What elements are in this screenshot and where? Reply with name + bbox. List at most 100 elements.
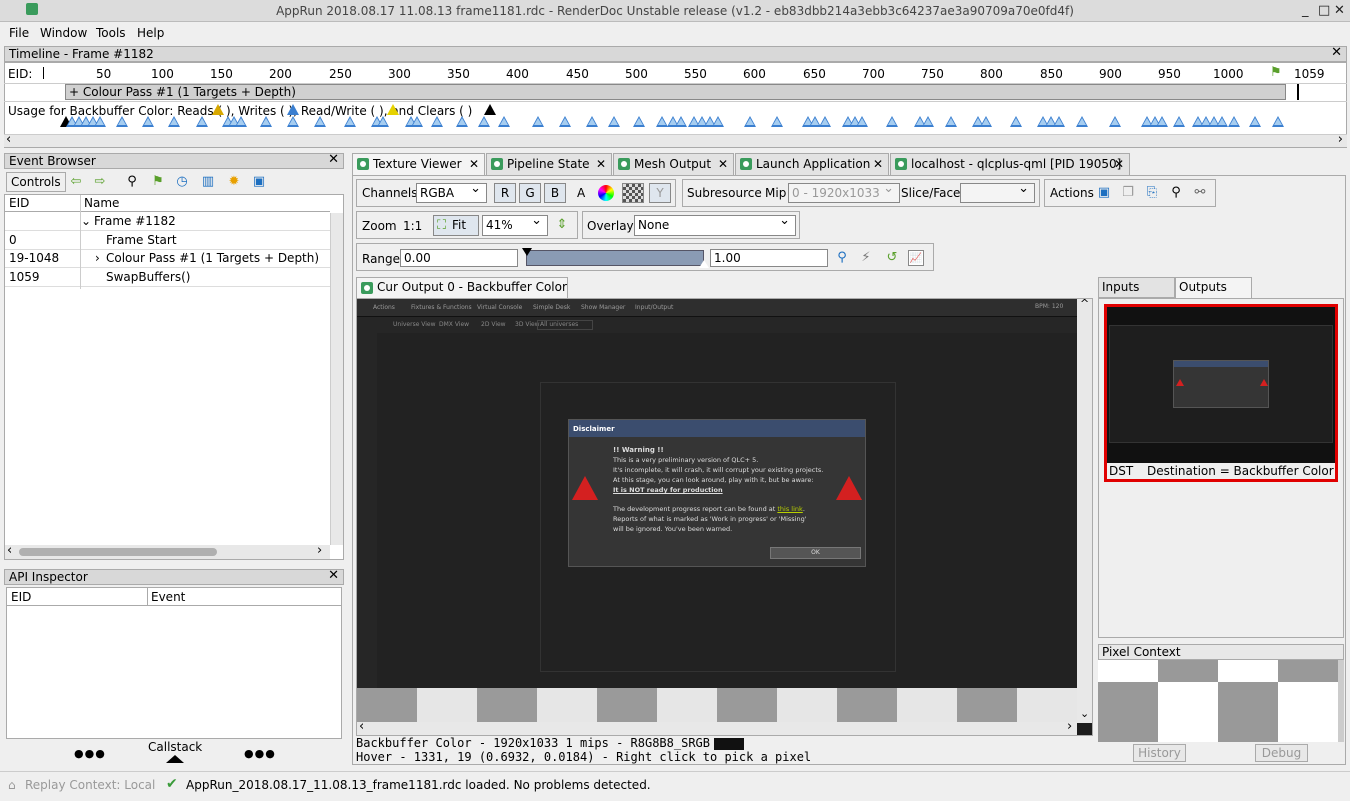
write-marker[interactable] (633, 116, 645, 127)
red-channel-toggle[interactable]: R (494, 183, 516, 203)
write-marker[interactable] (856, 116, 868, 127)
callstack-splitter[interactable]: ●●● Callstack ●●● (4, 740, 344, 765)
api-inspector-list[interactable]: EID Event (6, 587, 342, 739)
histogram-icon[interactable]: 📈 (908, 250, 924, 266)
save-icon[interactable]: ▣ (251, 174, 267, 190)
fit-button[interactable]: ⛶ Fit (433, 215, 479, 236)
write-marker[interactable] (1216, 116, 1228, 127)
flip-vertical-icon[interactable]: ⇕ (554, 217, 570, 233)
timeline-scrollbar[interactable]: ‹ › (4, 132, 1347, 147)
output-thumbnail[interactable]: DST Destination = Backbuffer Color (1104, 304, 1338, 482)
write-marker[interactable] (456, 116, 468, 127)
pixel-context-scrollbar[interactable] (1338, 660, 1344, 742)
write-marker[interactable] (712, 116, 724, 127)
tab-cur-output[interactable]: Cur Output 0 - Backbuffer Color (356, 277, 568, 298)
channels-select[interactable]: RGBA (416, 180, 487, 203)
save-texture-icon[interactable]: ▣ (1096, 185, 1112, 201)
write-marker[interactable] (1053, 116, 1065, 127)
table-row[interactable]: 19-1048 › Colour Pass #1 (1 Targets + De… (5, 250, 330, 268)
tab-pipeline-state[interactable]: Pipeline State ✕ (486, 153, 612, 175)
api-inspector-close-icon[interactable]: ✕ (328, 569, 339, 583)
debug-button[interactable]: Debug (1255, 744, 1308, 762)
y-flip-toggle[interactable]: Y (649, 183, 671, 203)
zoom-range-icon[interactable]: ⚲ (834, 250, 850, 266)
range-max-input[interactable]: 1.00 (710, 249, 828, 267)
mip-select[interactable]: 0 - 1920x1033 (788, 180, 900, 203)
expand-chevron-icon[interactable]: › (95, 251, 100, 265)
write-marker[interactable] (675, 116, 687, 127)
replay-context[interactable]: Replay Context: Local (25, 778, 155, 792)
find-binoculars-icon[interactable]: ⚲ (1168, 185, 1184, 201)
range-min-input[interactable]: 0.00 (400, 249, 518, 267)
timeline-colour-pass[interactable]: + Colour Pass #1 (1 Targets + Depth) (65, 84, 1286, 100)
tab-launch-application[interactable]: Launch Application ✕ (735, 153, 889, 175)
menu-tools[interactable]: Tools (96, 26, 126, 40)
write-marker[interactable] (532, 116, 544, 127)
bookmark-flag-icon[interactable]: ⚑ (150, 174, 166, 190)
link-icon[interactable]: ⚯ (1192, 185, 1208, 201)
event-tree-vscrollbar[interactable] (330, 213, 343, 545)
menu-window[interactable]: Window (40, 26, 87, 40)
menu-file[interactable]: File (9, 26, 29, 40)
checkerboard-icon[interactable] (622, 183, 644, 203)
write-marker[interactable] (744, 116, 756, 127)
col-eid-header[interactable]: EID (9, 196, 29, 210)
current-event-flag-icon[interactable]: ⚑ (1270, 65, 1282, 80)
viewer-vscrollbar[interactable]: ^ ⌄ (1077, 297, 1092, 723)
blue-channel-toggle[interactable]: B (544, 183, 566, 203)
write-marker[interactable] (196, 116, 208, 127)
write-marker[interactable] (1109, 116, 1121, 127)
write-marker[interactable] (586, 116, 598, 127)
alpha-channel-toggle[interactable]: A (577, 186, 585, 200)
write-marker[interactable] (1173, 116, 1185, 127)
callstack-expand-icon[interactable] (166, 755, 184, 763)
minimize-icon[interactable]: _ (1302, 3, 1309, 18)
write-marker[interactable] (314, 116, 326, 127)
table-row[interactable]: 1059 SwapBuffers() (5, 269, 330, 287)
green-channel-toggle[interactable]: G (519, 183, 541, 203)
write-marker[interactable] (498, 116, 510, 127)
write-marker[interactable] (377, 116, 389, 127)
timer-icon[interactable]: ◷ (174, 174, 190, 190)
table-row[interactable]: 0 Frame Start (5, 232, 330, 250)
close-window-icon[interactable]: ✕ (1334, 3, 1345, 18)
write-marker[interactable] (819, 116, 831, 127)
range-histogram-slider[interactable] (522, 248, 709, 268)
write-marker[interactable] (168, 116, 180, 127)
rendered-texture[interactable]: Actions Fixtures & Functions Virtual Con… (357, 299, 1077, 688)
write-marker[interactable] (344, 116, 356, 127)
forward-arrow-icon[interactable]: ⇨ (92, 174, 108, 190)
auto-fit-wand-icon[interactable]: ⚡ (858, 250, 874, 266)
event-tree-hscrollbar[interactable]: ‹ › (5, 543, 330, 559)
slice-face-select[interactable] (960, 180, 1035, 203)
copy-icon[interactable]: ❐ (1120, 185, 1136, 201)
write-marker[interactable] (431, 116, 443, 127)
stats-icon[interactable]: ▥ (200, 174, 216, 190)
scrollbar-thumb[interactable] (19, 548, 217, 556)
write-marker[interactable] (608, 116, 620, 127)
history-button[interactable]: History (1133, 744, 1186, 762)
zoom-select[interactable]: 41% (482, 212, 548, 236)
tab-remote-host[interactable]: localhost - qlcplus-qml [PID 19050] ✕ (890, 153, 1130, 175)
write-marker[interactable] (478, 116, 490, 127)
range-min-handle[interactable] (522, 248, 532, 256)
write-marker[interactable] (559, 116, 571, 127)
zoom-one-to-one-button[interactable]: 1:1 (403, 219, 422, 233)
viewer-hscrollbar[interactable]: ‹ › (357, 719, 1077, 735)
range-max-handle[interactable] (699, 260, 709, 268)
write-marker[interactable] (886, 116, 898, 127)
write-marker[interactable] (260, 116, 272, 127)
write-marker[interactable] (287, 116, 299, 127)
col-name-header[interactable]: Name (84, 196, 119, 210)
write-marker[interactable] (235, 116, 247, 127)
write-marker[interactable] (771, 116, 783, 127)
tab-texture-viewer[interactable]: Texture Viewer ✕ (352, 153, 485, 175)
open-texture-icon[interactable]: ⎘ (1144, 185, 1160, 201)
event-browser-close-icon[interactable]: ✕ (328, 153, 339, 167)
col-event-header[interactable]: Event (151, 590, 185, 604)
write-marker[interactable] (980, 116, 992, 127)
write-marker[interactable] (1249, 116, 1261, 127)
write-marker[interactable] (1272, 116, 1284, 127)
tab-outputs[interactable]: Outputs (1175, 277, 1252, 298)
overlay-select[interactable]: None (634, 212, 796, 236)
